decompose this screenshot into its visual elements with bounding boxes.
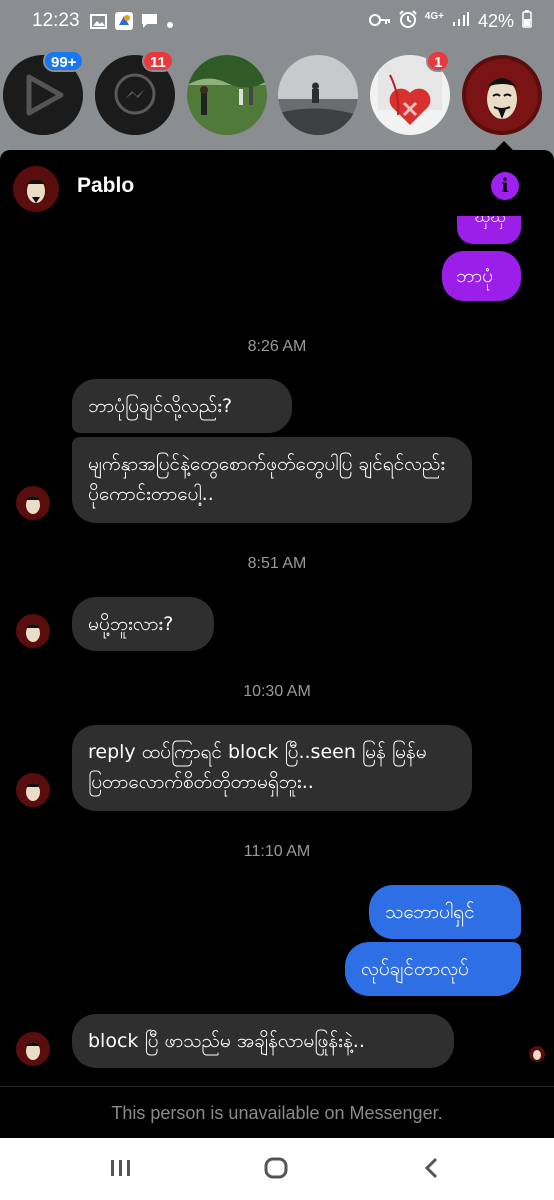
mask-avatar-photo xyxy=(462,55,542,135)
timestamp-3: 10:30 AM xyxy=(243,683,311,700)
chat-header: Pablo xyxy=(0,150,554,222)
mask-chathead[interactable] xyxy=(462,55,542,135)
app-notification-icon xyxy=(115,12,133,35)
people-outdoors-chathead[interactable] xyxy=(187,55,267,135)
battery-percent: 42% xyxy=(477,11,514,31)
timestamp-4: 11:10 AM xyxy=(243,843,311,860)
message-in-5: block ပြီ ဖာသည်မ အချိန်လာမဖြုန်းနဲ့.. xyxy=(72,1014,454,1068)
messenger-chathead-badge: 11 xyxy=(142,50,174,72)
timestamp-1: 8:26 AM xyxy=(247,338,307,355)
unavailable-notice: This person is unavailable on Messenger. xyxy=(0,1086,554,1139)
chat-heads-row: 99+ 11 1 xyxy=(0,50,554,140)
contact-name[interactable]: Pablo xyxy=(77,174,134,198)
message-avatar-2 xyxy=(16,614,50,648)
sunset-person-photo xyxy=(278,55,358,135)
status-time: 12:23 xyxy=(32,10,80,31)
back-icon xyxy=(424,1157,438,1179)
back-button[interactable] xyxy=(420,1154,444,1186)
message-in-2: မျက်နှာအပြင်နဲ့တွေစောက်ဖုတ်တွေပါပြ ချင်ရ… xyxy=(72,437,472,523)
message-in-4: reply ထပ်ကြာရင် block ပြီ..seen မြန် မြန… xyxy=(72,725,472,811)
home-button[interactable] xyxy=(263,1154,291,1186)
sunset-person-chathead[interactable] xyxy=(278,55,358,135)
signal-icon xyxy=(452,11,470,32)
key-icon xyxy=(368,11,391,32)
message-out-3: လုပ်ချင်တာလုပ် xyxy=(345,942,521,996)
info-icon: i xyxy=(501,175,509,197)
gallery-notification-icon xyxy=(90,13,107,34)
recent-apps-icon xyxy=(111,1160,130,1176)
message-notification-icon xyxy=(141,13,158,34)
alarm-icon xyxy=(399,10,417,33)
video-chathead-badge: 99+ xyxy=(43,50,85,72)
timestamp-2: 8:51 AM xyxy=(247,555,307,572)
status-bar: 12:23 4G+ 42% xyxy=(0,0,554,44)
home-icon xyxy=(264,1157,288,1179)
info-button[interactable]: i xyxy=(491,172,519,200)
battery-icon xyxy=(522,10,532,33)
recent-apps-button[interactable] xyxy=(109,1154,133,1186)
contact-avatar[interactable] xyxy=(13,166,59,212)
seen-receipt-avatar xyxy=(529,1046,545,1062)
more-notifications-dot-icon xyxy=(166,13,174,34)
message-in-1: ဘာပုံပြချင်လို့လည်း? xyxy=(72,379,292,433)
navigation-bar xyxy=(0,1138,554,1200)
message-out-partial: ၰၰ xyxy=(457,216,521,244)
message-avatar-4 xyxy=(16,1032,50,1066)
message-out-1: ဘာပုံ xyxy=(442,251,521,301)
message-in-3: မပို့ဘူးလား? xyxy=(72,597,214,651)
network-type: 4G+ xyxy=(424,11,444,22)
message-out-2: သဘောပါရှင် xyxy=(369,885,521,939)
heart-chathead-badge: 1 xyxy=(426,50,451,72)
message-avatar-3 xyxy=(16,773,50,807)
people-outdoors-photo xyxy=(187,55,267,135)
message-avatar-1 xyxy=(16,486,50,520)
